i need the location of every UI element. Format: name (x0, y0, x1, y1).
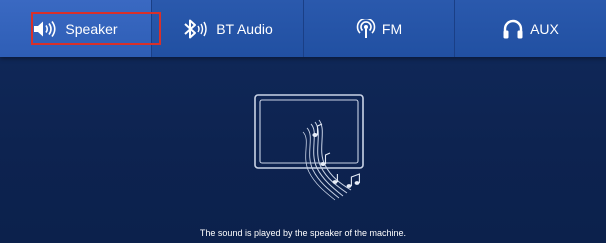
headphones-icon (502, 19, 524, 39)
tab-fm-label: FM (381, 20, 403, 37)
source-description: The sound is played by the speaker of th… (199, 228, 407, 238)
tab-speaker[interactable]: Speaker (0, 0, 161, 57)
radio-antenna-icon (356, 18, 376, 39)
tab-bt-audio[interactable]: BT Audio (152, 0, 304, 57)
screen-with-music-notes-icon (249, 92, 369, 204)
tab-bt-audio-label: BT Audio (216, 20, 273, 37)
tab-fm[interactable]: FM (304, 0, 455, 57)
audio-source-tabs: Speaker BT Audio FM AUX (0, 0, 606, 57)
tab-aux[interactable]: AUX (455, 0, 606, 57)
bluetooth-icon (182, 19, 210, 39)
tab-aux-label: AUX (530, 20, 559, 37)
tab-speaker-label: Speaker (65, 20, 118, 37)
speaker-icon (33, 20, 59, 38)
audio-source-screen: Speaker BT Audio FM AUX The sound is pla… (0, 0, 606, 243)
